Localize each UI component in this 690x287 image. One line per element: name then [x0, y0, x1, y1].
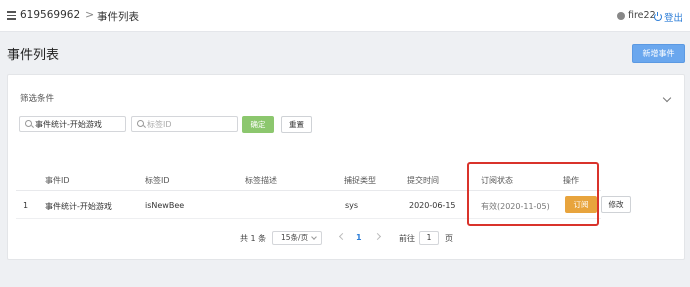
search-icon [137, 120, 144, 127]
next-page-icon[interactable] [373, 232, 382, 241]
top-bar: 619569962 > 事件列表 fire22 登出 [0, 0, 690, 32]
column-header-submit-time[interactable]: 提交时间 [407, 175, 439, 186]
filter-title: 筛选条件 [20, 94, 55, 104]
page-suffix: 页 [445, 234, 453, 243]
cell-submit-time: 2020-06-15 [409, 201, 456, 210]
chevron-down-icon [311, 234, 317, 240]
page-size-value: 15条/页 [281, 233, 309, 242]
breadcrumb: 事件列表 [97, 11, 139, 23]
row-index: 1 [23, 201, 29, 210]
cell-capture-type: sys [345, 201, 359, 210]
tag-search-field[interactable] [147, 117, 235, 131]
tag-search-input[interactable] [131, 116, 238, 132]
filter-panel: 筛选条件 确定 重置 事件ID 标签ID 标签描述 捕捉类型 提交时间 订阅状态… [7, 74, 685, 260]
user-menu[interactable]: fire22 [617, 10, 656, 21]
pagination-total: 共 1 条 [240, 234, 267, 243]
goto-page-input[interactable]: 1 [419, 231, 439, 245]
power-icon [654, 12, 662, 21]
current-page[interactable]: 1 [356, 233, 362, 242]
edit-button[interactable]: 修改 [601, 196, 631, 213]
goto-label: 前往 [399, 234, 415, 243]
logout-link[interactable]: 登出 [654, 10, 683, 24]
highlight-box [467, 162, 599, 226]
confirm-button[interactable]: 确定 [242, 116, 274, 133]
project-id[interactable]: 619569962 [20, 9, 80, 21]
column-header-tag-desc[interactable]: 标签描述 [245, 175, 277, 186]
page-size-select[interactable]: 15条/页 [272, 231, 322, 245]
prev-page-icon[interactable] [338, 232, 347, 241]
cell-event-id: 事件统计-开始游戏 [45, 202, 112, 211]
chevron-down-icon[interactable] [662, 93, 672, 103]
search-icon [25, 120, 32, 127]
column-header-event-id[interactable]: 事件ID [45, 175, 70, 186]
event-search-field[interactable] [35, 117, 123, 131]
username: fire22 [628, 10, 656, 21]
reset-button[interactable]: 重置 [281, 116, 312, 133]
logout-label: 登出 [664, 13, 684, 24]
add-event-button[interactable]: 新增事件 [632, 44, 685, 63]
page-title: 事件列表 [7, 48, 60, 63]
cell-tag-id: isNewBee [145, 201, 185, 210]
chevron-right-icon: > [85, 8, 95, 21]
column-header-tag-id[interactable]: 标签ID [145, 175, 170, 186]
menu-icon[interactable] [6, 9, 18, 21]
event-search-input[interactable] [19, 116, 126, 132]
user-icon [617, 11, 625, 20]
column-header-capture-type[interactable]: 捕捉类型 [344, 175, 376, 186]
